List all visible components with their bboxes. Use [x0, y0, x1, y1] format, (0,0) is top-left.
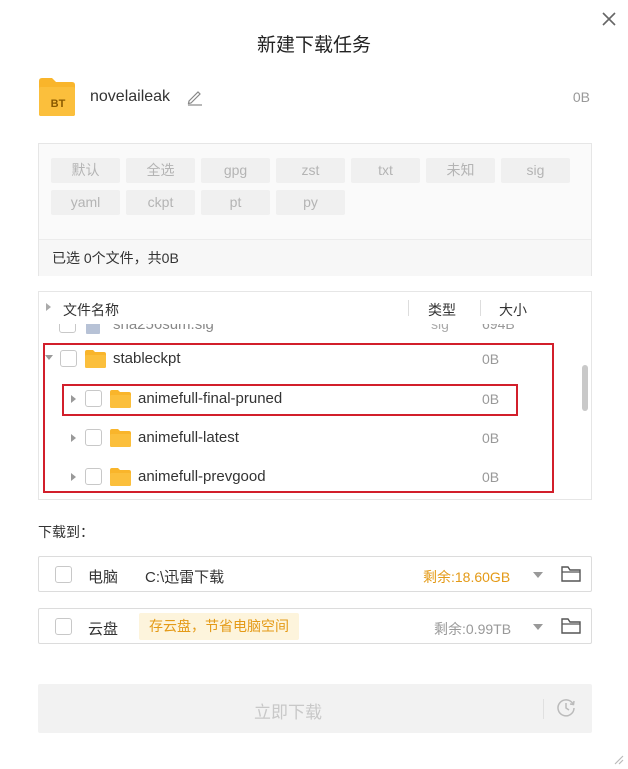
filter-chip-py[interactable]: py: [276, 190, 345, 215]
download-now-label: 立即下载: [254, 703, 322, 722]
folder-name: animefull-final-pruned: [138, 390, 283, 407]
download-target-cloud[interactable]: 云盘 存云盘，节省电脑空间 剩余:0.99TB: [38, 608, 592, 644]
folder-name: animefull-prevgood: [138, 468, 266, 485]
cloud-dropdown-icon[interactable]: [533, 624, 543, 630]
target-name-cloud: 云盘: [88, 621, 119, 638]
folder-icon: [85, 350, 106, 368]
resize-grip-icon[interactable]: [614, 755, 624, 765]
download-to-label: 下载到：: [38, 524, 94, 540]
file-tree: 文件名称 类型 大小 sha256sum.sig sig 694B stable…: [38, 291, 592, 500]
filter-chip-select-all[interactable]: 全选: [126, 158, 195, 183]
folder-row-animefull-final-pruned[interactable]: animefull-final-pruned 0B: [39, 380, 579, 418]
filter-chip-unknown[interactable]: 未知: [426, 158, 495, 183]
column-header-size[interactable]: 大小: [499, 300, 527, 320]
filter-chip-zst[interactable]: zst: [276, 158, 345, 183]
folder-size: 0B: [482, 351, 500, 367]
folder-name: animefull-latest: [138, 429, 239, 446]
column-divider: [480, 300, 481, 316]
torrent-name: novelaileak: [90, 88, 171, 105]
download-path[interactable]: C:\迅雷下载: [145, 566, 224, 587]
folder-name: stableckpt: [113, 350, 181, 367]
expand-arrow-icon[interactable]: [71, 395, 76, 403]
filter-chip-pt[interactable]: pt: [201, 190, 270, 215]
cloud-free-space: 剩余:0.99TB: [434, 621, 512, 637]
browse-folder-icon[interactable]: [561, 565, 581, 583]
row-checkbox[interactable]: [85, 429, 102, 446]
cloud-checkbox[interactable]: [55, 618, 72, 635]
collapse-arrow-icon[interactable]: [45, 355, 53, 360]
folder-icon: [110, 390, 131, 408]
button-divider: [543, 699, 544, 719]
folder-size: 0B: [482, 469, 500, 485]
row-checkbox[interactable]: [85, 390, 102, 407]
bt-icon-text: BT: [51, 98, 66, 110]
filter-chip-yaml[interactable]: yaml: [51, 190, 120, 215]
folder-icon: [110, 429, 131, 447]
expand-all-arrow-icon[interactable]: [46, 303, 51, 311]
close-icon[interactable]: [598, 8, 620, 30]
pc-checkbox[interactable]: [55, 566, 72, 583]
file-list-scrollbar[interactable]: [582, 365, 588, 411]
filter-chip-default[interactable]: 默认: [51, 158, 120, 183]
folder-row-stableckpt[interactable]: stableckpt 0B: [39, 340, 579, 378]
target-name-pc: 电脑: [88, 569, 119, 586]
pc-free-space: 剩余:18.60GB: [423, 569, 511, 585]
edit-icon[interactable]: [186, 88, 204, 106]
file-type-filter-panel: 默认 全选 gpg zst txt 未知 sig yaml ckpt pt py…: [38, 143, 592, 276]
schedule-clock-icon[interactable]: [556, 698, 576, 718]
selection-status: 已选 0个文件，共0B: [39, 239, 591, 276]
folder-row-animefull-latest[interactable]: animefull-latest 0B: [39, 419, 579, 457]
column-divider: [408, 300, 409, 316]
folder-size: 0B: [482, 391, 500, 407]
cloud-tip-badge: 存云盘，节省电脑空间: [139, 613, 299, 640]
file-list-header: 文件名称 类型 大小: [39, 292, 591, 324]
browse-cloud-folder-icon[interactable]: [561, 617, 581, 635]
expand-arrow-icon[interactable]: [71, 473, 76, 481]
dialog-title: 新建下载任务: [256, 35, 371, 56]
column-header-name[interactable]: 文件名称: [63, 300, 119, 320]
download-target-pc[interactable]: 电脑 C:\迅雷下载 剩余:18.60GB: [38, 556, 592, 592]
filter-chip-sig[interactable]: sig: [501, 158, 570, 183]
row-checkbox[interactable]: [60, 350, 77, 367]
filter-chip-txt[interactable]: txt: [351, 158, 420, 183]
filter-chip-gpg[interactable]: gpg: [201, 158, 270, 183]
new-download-dialog: 新建下载任务 BT novelaileak 0B 默认 全选 gpg zst t…: [0, 0, 628, 769]
filter-chip-ckpt[interactable]: ckpt: [126, 190, 195, 215]
expand-arrow-icon[interactable]: [71, 434, 76, 442]
folder-icon: [110, 468, 131, 486]
folder-size: 0B: [482, 430, 500, 446]
row-checkbox[interactable]: [85, 468, 102, 485]
torrent-size: 0B: [572, 89, 590, 105]
download-now-button[interactable]: 立即下载: [38, 684, 592, 733]
path-dropdown-icon[interactable]: [533, 572, 543, 578]
bt-folder-icon: BT: [39, 78, 75, 116]
folder-row-animefull-prevgood[interactable]: animefull-prevgood 0B: [39, 458, 579, 496]
column-header-type[interactable]: 类型: [428, 300, 456, 320]
